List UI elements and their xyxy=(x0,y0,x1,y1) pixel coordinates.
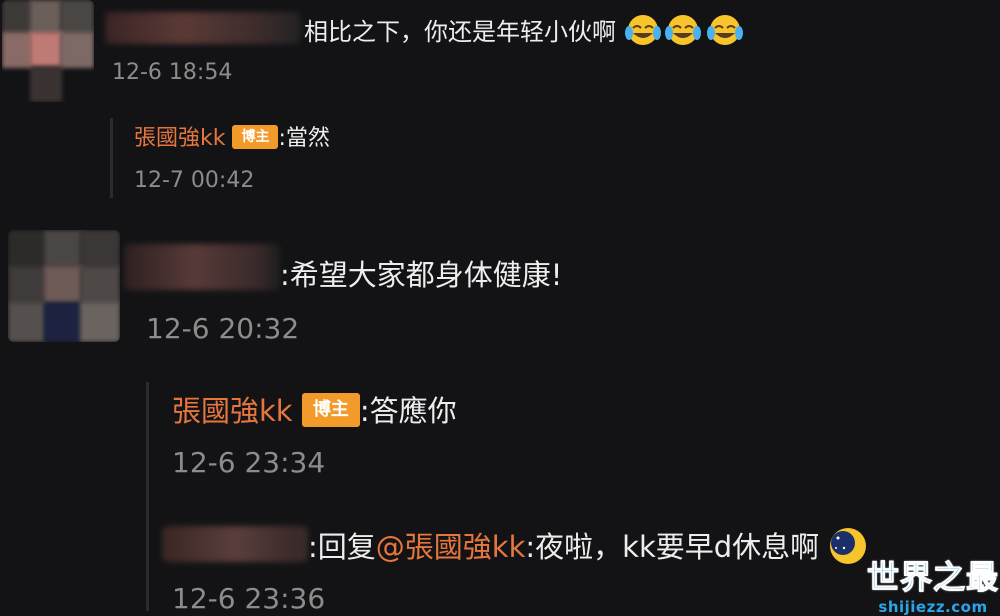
comment-text-content: 相比之下，你还是年轻小伙啊 xyxy=(304,18,616,46)
laugh-cry-icon xyxy=(662,13,704,53)
reply-prefix: :回复 xyxy=(308,530,376,564)
reply-author[interactable]: 張國強kk xyxy=(172,394,293,428)
reply-text: 張國強kk 博主:當然 xyxy=(134,120,330,152)
reply-text: :回复@張國強kk:夜啦，kk要早d休息啊 xyxy=(308,524,868,573)
reply-content: :答應你 xyxy=(359,394,457,428)
comment-text: 相比之下，你还是年轻小伙啊 xyxy=(304,12,746,53)
avatar[interactable] xyxy=(8,230,120,342)
reply-time: 12-6 23:34 xyxy=(172,446,326,479)
watermark-url: shijiezz.com xyxy=(878,598,988,616)
moon-night-icon xyxy=(828,526,868,573)
author-badge: 博主 xyxy=(301,393,360,427)
reply-content: :當然 xyxy=(278,126,330,151)
comment-time: 12-6 18:54 xyxy=(112,60,233,85)
username-redacted[interactable] xyxy=(162,526,308,562)
reply-text: 張國強kk 博主:答應你 xyxy=(172,388,457,430)
reply-author[interactable]: 張國強kk xyxy=(134,126,225,151)
reply-content: :夜啦，kk要早d休息啊 xyxy=(525,530,820,564)
comment-time: 12-6 20:32 xyxy=(146,312,300,345)
watermark-logo: 世界之最 xyxy=(866,558,999,597)
reply-time: 12-7 00:42 xyxy=(134,168,255,193)
mention-link[interactable]: @張國強kk xyxy=(376,530,526,564)
avatar[interactable] xyxy=(2,0,94,102)
thread-line xyxy=(146,382,149,611)
author-badge: 博主 xyxy=(232,125,279,149)
username-redacted[interactable] xyxy=(105,12,301,44)
laugh-cry-icon xyxy=(624,13,662,53)
thread-line xyxy=(110,118,113,198)
site-watermark: 世界之最 shijiezz.com xyxy=(866,552,1000,616)
reply-time: 12-6 23:36 xyxy=(172,582,326,615)
comment-text: :希望大家都身体健康! xyxy=(280,258,563,292)
laugh-cry-icon xyxy=(704,13,746,53)
username-redacted[interactable] xyxy=(124,244,280,290)
